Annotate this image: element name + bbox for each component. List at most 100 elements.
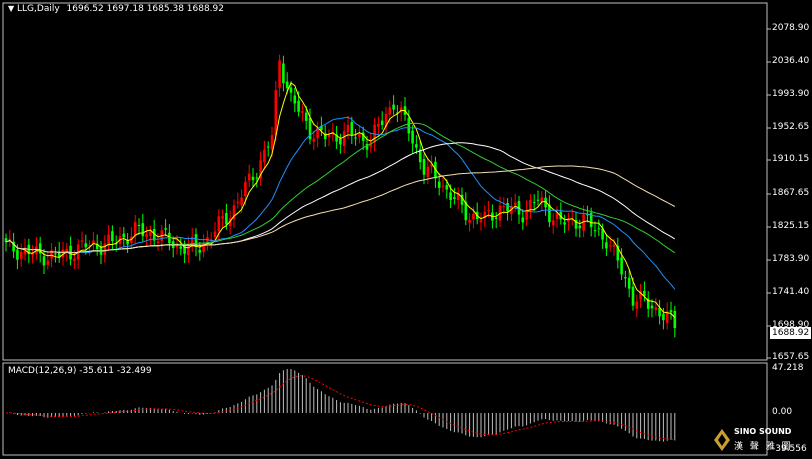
price-tick-label: 2036.40: [772, 56, 810, 66]
price-tick-label: 1867.65: [772, 188, 810, 198]
candle-body: [513, 202, 517, 205]
candle-body: [312, 138, 316, 142]
candle-body: [468, 219, 471, 223]
candle-body: [84, 243, 88, 248]
candle-body: [563, 222, 566, 225]
candle-body: [187, 244, 190, 256]
brand-text: SINO SOUND: [734, 427, 792, 436]
candle-body: [225, 213, 228, 225]
candle-body: [54, 253, 57, 255]
price-tick-label: 1825.15: [772, 221, 810, 231]
candle-body: [255, 177, 259, 179]
candle-body: [654, 307, 658, 311]
candle-body: [19, 251, 23, 260]
candle-body: [247, 173, 251, 181]
candle-body: [156, 241, 160, 243]
candle-body: [669, 310, 673, 313]
candle-body: [327, 134, 331, 138]
candle-body: [339, 138, 342, 145]
candle-body: [42, 256, 46, 266]
candle-body: [213, 231, 217, 238]
candle-body: [392, 104, 395, 110]
candle-body: [494, 217, 498, 219]
candle-body: [285, 81, 289, 89]
candle-body: [445, 185, 449, 190]
candle-body: [282, 63, 285, 84]
candle-body: [437, 181, 441, 188]
candle-body: [635, 301, 639, 309]
candle-body: [449, 192, 452, 201]
candle-body: [422, 159, 426, 175]
price-tick-label: 1993.90: [772, 89, 810, 99]
candle-body: [301, 111, 304, 113]
ohlc-values: 1696.52 1697.18 1685.38 1688.92: [66, 4, 224, 14]
candle-body: [650, 305, 654, 309]
candle-body: [411, 130, 414, 144]
price-tick-label: 1657.65: [772, 352, 810, 362]
price-chart[interactable]: [0, 0, 812, 459]
candle-body: [521, 217, 525, 223]
candle-body: [529, 199, 532, 210]
candle-body: [415, 144, 418, 148]
candle-body: [293, 95, 297, 104]
candle-body: [198, 249, 202, 253]
candle-body: [608, 245, 612, 247]
candle-body: [532, 202, 536, 204]
candle-body: [472, 213, 475, 220]
macd-label: MACD(12,26,9) -35.611 -32.499: [8, 366, 152, 376]
candle-body: [487, 210, 490, 212]
candle-body: [133, 222, 137, 236]
candle-body: [597, 228, 601, 230]
candle-body: [263, 149, 266, 163]
candle-body: [479, 220, 483, 223]
dropdown-arrow-icon[interactable]: ▼: [8, 4, 14, 13]
macd-tick-label: 0.00: [772, 407, 793, 417]
candle-body: [578, 225, 582, 229]
candle-body: [377, 123, 380, 127]
candle-body: [103, 243, 107, 256]
candle-body: [304, 112, 308, 121]
candle-body: [8, 238, 12, 240]
chart-header: ▼ LLG,Daily 1696.52 1697.18 1685.38 1688…: [8, 4, 224, 14]
candle-body: [502, 205, 506, 207]
candle-body: [426, 166, 430, 178]
price-tick-label: 1741.40: [772, 287, 810, 297]
candle-body: [145, 234, 148, 238]
macd-tick-label: 47.218: [772, 363, 804, 373]
candle-body: [624, 277, 627, 279]
candle-body: [122, 233, 126, 238]
candle-body: [551, 220, 555, 226]
candle-body: [251, 176, 255, 181]
candle-body: [46, 260, 50, 265]
candle-body: [107, 234, 110, 246]
candle-body: [179, 246, 183, 249]
candle-body: [270, 135, 274, 150]
candle-body: [441, 185, 445, 187]
candle-body: [240, 197, 243, 205]
candle-body: [149, 232, 152, 236]
candle-body: [217, 216, 221, 232]
price-tick-label: 2078.90: [772, 23, 810, 33]
candle-body: [407, 117, 411, 134]
candle-body: [164, 228, 167, 230]
candle-body: [350, 122, 354, 135]
sino-sound-logo: SINO SOUND 漢 聲 雅 圖: [712, 425, 804, 455]
candle-body: [278, 60, 281, 88]
candle-body: [236, 201, 240, 203]
candle-body: [536, 199, 540, 201]
brand-chinese-text: 漢 聲 雅 圖: [734, 442, 793, 452]
candle-body: [16, 249, 19, 260]
candle-body: [620, 257, 623, 275]
candle-body: [346, 124, 350, 133]
candle-body: [605, 242, 608, 249]
candle-body: [297, 100, 300, 112]
candle-body: [453, 197, 456, 199]
symbol-label: LLG,Daily: [17, 4, 60, 14]
candle-body: [540, 197, 544, 202]
candle-body: [673, 310, 677, 329]
candle-body: [631, 286, 635, 306]
candle-body: [137, 224, 141, 227]
price-tick-label: 1783.90: [772, 254, 810, 264]
candle-body: [73, 258, 76, 262]
candle-body: [662, 313, 665, 321]
